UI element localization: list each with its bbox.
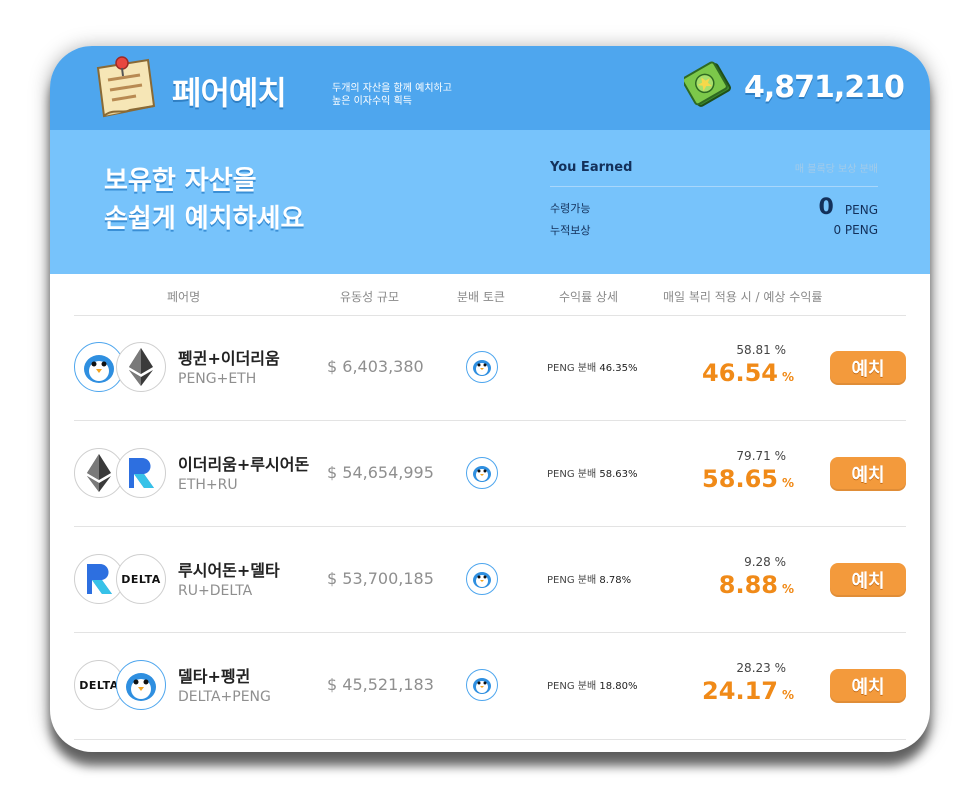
table-header: 페어명 유동성 규모 분배 토큰 수익률 상세 매일 복리 적용 시 / 예상 …: [50, 288, 930, 308]
banner: 보유한 자산을 손쉽게 예치하세요 You Earned 매 블록당 보상 분배…: [50, 130, 930, 274]
yield-detail: PENG 분배 18.80%: [547, 677, 638, 692]
cumulative-label: 누적보상: [550, 224, 591, 237]
pct-symbol: %: [781, 582, 794, 596]
dist-pct: 46.35%: [599, 363, 638, 374]
liquidity-value: $ 45,521,183: [327, 675, 434, 694]
pair-name: 루시어돈+델타: [178, 561, 280, 580]
banner-slogan: 보유한 자산을 손쉽게 예치하세요: [104, 162, 304, 238]
liquidity-value: $ 6,403,380: [327, 357, 424, 376]
delta-logo-text: DELTA: [79, 678, 119, 692]
memo-note-icon: [96, 56, 156, 118]
dist-label: PENG 분배: [547, 363, 597, 374]
cumulative-value: 0 PENG: [833, 223, 878, 237]
pair-symbol: PENG+ETH: [178, 371, 257, 387]
header-liquidity: 유동성 규모: [340, 290, 400, 304]
header-dist-token: 분배 토큰: [457, 290, 505, 304]
subtitle-line-2: 높은 이자수익 획득: [332, 96, 412, 107]
delta-logo-text: DELTA: [121, 572, 161, 586]
penguin-coin-icon: [116, 660, 166, 710]
claimable-row: 수령가능 0 PENG: [550, 195, 878, 220]
liquidity-value: $ 54,654,995: [327, 463, 434, 482]
header-bar: 페어예치 두개의 자산을 함께 예치하고 높은 이자수익 획득 4,871,21…: [50, 46, 930, 130]
page-title: 페어예치: [172, 74, 287, 112]
divider: [74, 739, 906, 740]
table-row: 이더리움+루시어돈 ETH+RU $ 54,654,995 PENG 분배 58…: [50, 421, 930, 527]
slogan-line-1: 보유한 자산을: [104, 166, 257, 196]
slogan-line-2: 손쉽게 예치하세요: [104, 204, 305, 234]
expected-yield: 8.88%: [719, 571, 794, 599]
daily-compound-rate: 58.81 %: [736, 343, 786, 357]
earned-summary: You Earned 매 블록당 보상 분배 수령가능 0 PENG 누적보상 …: [550, 156, 878, 238]
subtitle-line-1: 두개의 자산을 함께 예치하고: [332, 83, 452, 94]
pair-symbol: ETH+RU: [178, 477, 238, 493]
claimable-amount: 0 PENG: [819, 195, 879, 220]
cash-icon: [684, 61, 731, 107]
pair-name: 이더리움+루시어돈: [178, 455, 310, 474]
table-row: 펭귄+이더리움 PENG+ETH $ 6,403,380 PENG 분배 46.…: [50, 315, 930, 421]
penguin-token-icon: [466, 669, 498, 701]
claimable-label: 수령가능: [550, 201, 591, 215]
pair-name: 펭귄+이더리움: [178, 349, 280, 368]
yield-detail: PENG 분배 58.63%: [547, 465, 638, 480]
claimable-unit: PENG: [844, 203, 878, 217]
dist-pct: 58.63%: [599, 469, 638, 480]
pair-name: 델타+펭귄: [178, 667, 251, 686]
total-value: 4,871,210: [744, 70, 905, 105]
cumulative-row: 누적보상 0 PENG: [550, 222, 878, 238]
claimable-value: 0: [818, 195, 834, 220]
expected-yield-value: 8.88: [718, 571, 778, 599]
pair-symbol: RU+DELTA: [178, 583, 253, 599]
expected-yield-value: 24.17: [702, 677, 778, 705]
penguin-token-icon: [466, 351, 498, 383]
pair-symbol: DELTA+PENG: [178, 689, 271, 705]
yield-detail: PENG 분배 46.35%: [547, 359, 638, 374]
deposit-button[interactable]: 예치: [830, 669, 906, 703]
dist-label: PENG 분배: [547, 575, 597, 586]
delta-coin-icon: DELTA: [116, 554, 166, 604]
liquidity-value: $ 53,700,185: [327, 569, 434, 588]
dist-label: PENG 분배: [547, 469, 597, 480]
earned-header: You Earned 매 블록당 보상 분배: [550, 156, 878, 187]
deposit-button[interactable]: 예치: [830, 457, 906, 491]
header-expected-yield: 매일 복리 적용 시 / 예상 수익률: [663, 290, 823, 304]
expected-yield-value: 46.54: [702, 359, 778, 387]
dist-pct: 18.80%: [599, 681, 638, 692]
deposit-button[interactable]: 예치: [830, 563, 906, 597]
pct-symbol: %: [781, 370, 794, 384]
daily-compound-rate: 79.71 %: [736, 449, 786, 463]
expected-yield: 46.54%: [702, 359, 794, 387]
yield-detail: PENG 분배 8.78%: [547, 571, 631, 586]
ru-coin-icon: [116, 448, 166, 498]
earned-note: 매 블록당 보상 분배: [794, 163, 878, 175]
deposit-button[interactable]: 예치: [830, 351, 906, 385]
earned-title: You Earned: [550, 159, 633, 175]
table-row: DELTA 델타+펭귄 DELTA+PENG $ 45,521,183 PENG…: [50, 633, 930, 739]
eth-coin-icon: [116, 342, 166, 392]
header-yield-detail: 수익률 상세: [559, 290, 619, 304]
penguin-token-icon: [466, 563, 498, 595]
expected-yield-value: 58.65: [702, 465, 778, 493]
dist-pct: 8.78%: [599, 575, 632, 586]
table-row: DELTA 루시어돈+델타 RU+DELTA $ 53,700,185 PENG…: [50, 527, 930, 633]
expected-yield: 24.17%: [702, 677, 794, 705]
pair-deposit-panel: 페어예치 두개의 자산을 함께 예치하고 높은 이자수익 획득 4,871,21…: [50, 46, 930, 752]
penguin-token-icon: [466, 457, 498, 489]
daily-compound-rate: 28.23 %: [736, 661, 786, 675]
expected-yield: 58.65%: [702, 465, 794, 493]
pct-symbol: %: [781, 476, 794, 490]
pct-symbol: %: [781, 688, 794, 702]
daily-compound-rate: 9.28 %: [744, 555, 786, 569]
dist-label: PENG 분배: [547, 681, 597, 692]
page-subtitle: 두개의 자산을 함께 예치하고 높은 이자수익 획득: [332, 82, 452, 108]
header-pair-name: 페어명: [167, 290, 201, 304]
